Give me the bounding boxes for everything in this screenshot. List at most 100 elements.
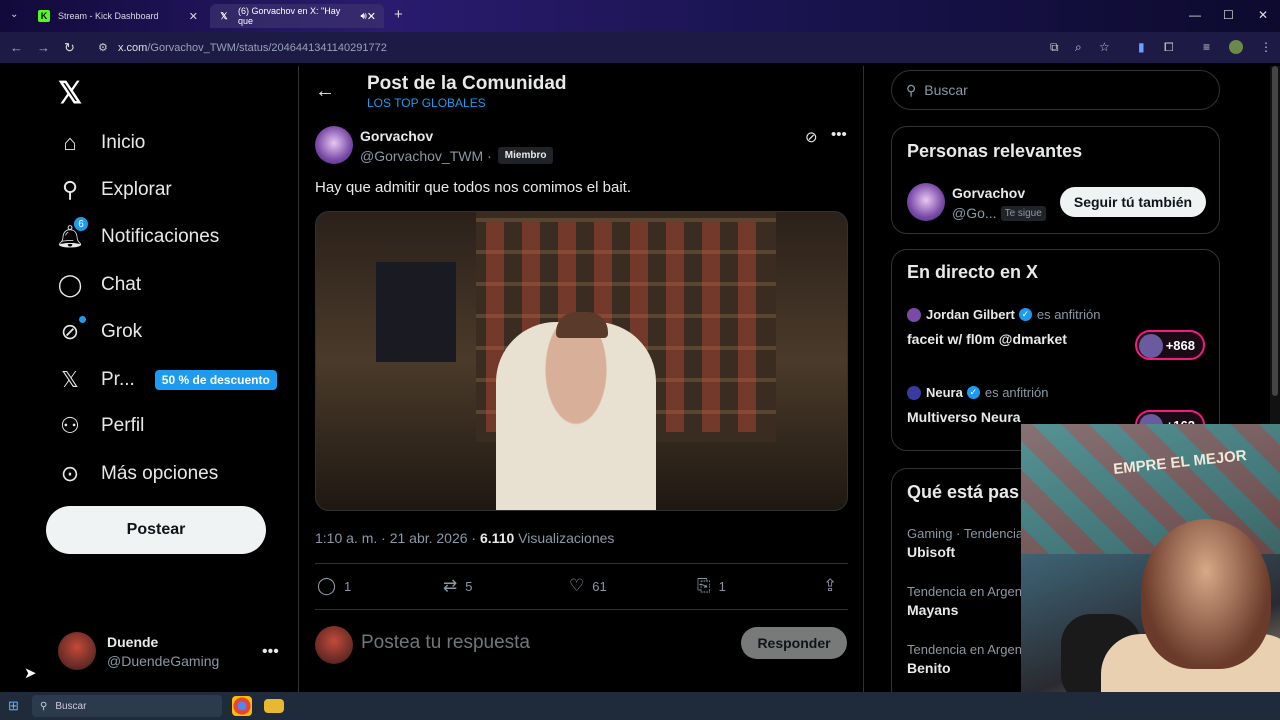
nav-label: Más opciones bbox=[101, 463, 219, 484]
new-tab-button[interactable]: + bbox=[394, 6, 403, 23]
views-count: 6.110 bbox=[480, 530, 515, 546]
install-icon[interactable]: ⧉ bbox=[1050, 40, 1059, 55]
search-input[interactable]: ⚲ Buscar bbox=[891, 70, 1220, 110]
post-metadata: 1:10 a. m. · 21 abr. 2026 · 6.110 Visual… bbox=[315, 530, 614, 546]
address-bar[interactable]: ⚙ x.com/Gorvachov_TWM/status/20464413411… bbox=[90, 36, 1050, 59]
follows-you-badge: Te sigue bbox=[1000, 205, 1046, 221]
post-text: Hay que admitir que todos nos comimos el… bbox=[315, 179, 631, 196]
reply-action[interactable]: ◯ 1 bbox=[317, 576, 351, 596]
chrome-icon[interactable] bbox=[232, 696, 252, 716]
host-role: es anfitrión bbox=[984, 385, 1049, 400]
share-action[interactable]: ⇪ bbox=[823, 576, 845, 596]
author-avatar[interactable] bbox=[315, 126, 353, 164]
live-item-host[interactable]: Jordan Gilbert ✓ es anfitrión bbox=[907, 307, 1100, 322]
notification-badge: 6 bbox=[74, 217, 88, 231]
account-name: Duende bbox=[107, 633, 159, 650]
windows-start-icon[interactable]: ⊞ bbox=[8, 698, 19, 714]
mouse-cursor-icon: ➤ bbox=[24, 665, 37, 682]
site-info-icon[interactable]: ⚙ bbox=[98, 41, 108, 54]
close-tab-icon[interactable]: ✕ bbox=[367, 10, 376, 23]
repost-action[interactable]: ⇄ 5 bbox=[443, 576, 472, 596]
post-time: 1:10 a. m. · 21 abr. 2026 · bbox=[315, 530, 477, 546]
nav-item-mas-opciones[interactable]: ⊙ Más opciones bbox=[56, 454, 218, 494]
nav-item-notificaciones[interactable]: 🔔︎ 6 Notificaciones bbox=[56, 217, 219, 257]
nav-item-explorar[interactable]: ⚲ Explorar bbox=[56, 170, 172, 210]
author-handle[interactable]: @Gorvachov_TWM bbox=[360, 148, 483, 164]
nav-item-premium[interactable]: 𝕏 Pr... 50 % de descuento bbox=[56, 360, 277, 400]
forward-icon[interactable]: → bbox=[37, 40, 50, 55]
relevant-person-name[interactable]: Gorvachov bbox=[952, 185, 1025, 201]
extensions-puzzle-icon[interactable]: ⧠ bbox=[1164, 40, 1174, 55]
back-icon[interactable]: ← bbox=[10, 40, 23, 55]
trend-item[interactable]: Benito bbox=[907, 660, 951, 676]
file-explorer-icon[interactable] bbox=[264, 699, 284, 713]
close-window-icon[interactable]: ✕ bbox=[1258, 8, 1268, 22]
bookmark-count: 1 bbox=[718, 578, 726, 594]
like-action[interactable]: ♡ 61 bbox=[569, 576, 607, 596]
nav-item-chat[interactable]: ◯ Chat bbox=[56, 265, 141, 305]
bookmark-star-icon[interactable]: ☆ bbox=[1099, 40, 1110, 54]
nav-item-perfil[interactable]: ⚇ Perfil bbox=[56, 406, 144, 446]
live-listeners[interactable]: +868 bbox=[1135, 330, 1205, 360]
nav-item-grok[interactable]: ⊘ Grok bbox=[56, 312, 142, 352]
community-link[interactable]: LOS TOP GLOBALES bbox=[367, 96, 486, 110]
reload-icon[interactable]: ↻ bbox=[64, 40, 75, 56]
nav-label: Grok bbox=[101, 321, 143, 342]
nav-label: Inicio bbox=[101, 132, 146, 153]
minimize-icon[interactable]: — bbox=[1189, 8, 1201, 22]
grok-explain-icon[interactable]: ⊘ bbox=[805, 128, 818, 146]
post-more-icon[interactable]: ••• bbox=[831, 126, 847, 143]
reply-button[interactable]: Responder bbox=[741, 627, 847, 659]
repost-count: 5 bbox=[465, 578, 473, 594]
relevant-person-avatar[interactable] bbox=[907, 183, 945, 221]
search-icon: ⚲ bbox=[40, 700, 48, 712]
live-item-title[interactable]: Multiverso Neura bbox=[907, 409, 1021, 425]
url-domain: x.com bbox=[118, 41, 148, 54]
tab-x-post[interactable]: 𝕏 (6) Gorvachov en X: "Hay que 🔊︎ ✕ bbox=[210, 4, 384, 28]
trend-meta: Gaming · Tendencia bbox=[907, 526, 1024, 541]
live-item-title[interactable]: faceit w/ fl0m @dmarket bbox=[907, 331, 1067, 347]
share-icon: ⇪ bbox=[823, 576, 838, 595]
chat-icon: ◯ bbox=[57, 272, 83, 297]
scrollbar-thumb[interactable] bbox=[1272, 66, 1278, 396]
member-badge: Miembro bbox=[497, 147, 554, 164]
trend-item[interactable]: Ubisoft bbox=[907, 544, 955, 560]
maximize-icon[interactable]: ☐ bbox=[1223, 8, 1234, 22]
account-switcher[interactable]: Duende @DuendeGaming bbox=[58, 632, 219, 670]
live-item-host[interactable]: Neura ✓ es anfitrión bbox=[907, 385, 1048, 400]
x-premium-icon: 𝕏 bbox=[61, 367, 79, 392]
back-arrow-icon[interactable]: ← bbox=[315, 80, 335, 103]
extension-icon[interactable]: ▮ bbox=[1138, 40, 1145, 54]
relevant-person-handle[interactable]: @Go... bbox=[952, 205, 997, 221]
post-video[interactable] bbox=[315, 211, 848, 511]
author-name[interactable]: Gorvachov bbox=[360, 128, 433, 144]
media-control-icon[interactable]: ≡ bbox=[1203, 40, 1210, 54]
reply-input[interactable]: Postea tu respuesta bbox=[361, 632, 530, 654]
tab-kick-dashboard[interactable]: K Stream - Kick Dashboard ✕ bbox=[30, 4, 206, 28]
post-column: ← Post de la Comunidad LOS TOP GLOBALES … bbox=[298, 66, 864, 692]
x-logo[interactable]: 𝕏 bbox=[58, 76, 82, 111]
tab-search-icon[interactable]: ⌄ bbox=[10, 9, 18, 20]
tab-title: Stream - Kick Dashboard bbox=[58, 11, 159, 21]
account-more-icon[interactable]: ••• bbox=[262, 643, 279, 661]
taskbar-search[interactable]: ⚲ Buscar bbox=[32, 695, 222, 717]
nav-label: Chat bbox=[101, 274, 142, 295]
bookmark-action[interactable]: ⎘ 1 bbox=[697, 576, 726, 596]
zoom-icon[interactable]: ⌕ bbox=[1075, 40, 1082, 55]
premium-discount-badge: 50 % de descuento bbox=[154, 370, 277, 390]
browser-menu-icon[interactable]: ⋮ bbox=[1260, 40, 1272, 54]
like-count: 61 bbox=[592, 578, 607, 594]
nav-item-inicio[interactable]: ⌂ Inicio bbox=[56, 123, 145, 163]
host-name: Neura bbox=[926, 385, 963, 400]
trending-title: Qué está pas bbox=[907, 482, 1020, 502]
close-tab-icon[interactable]: ✕ bbox=[189, 10, 198, 23]
person-icon: ⚇ bbox=[60, 413, 80, 438]
profile-avatar-icon[interactable] bbox=[1229, 40, 1243, 54]
follow-back-button[interactable]: Seguir tú también bbox=[1060, 187, 1206, 217]
post-button[interactable]: Postear bbox=[46, 506, 266, 554]
trend-item[interactable]: Mayans bbox=[907, 602, 958, 618]
search-placeholder: Buscar bbox=[924, 82, 968, 98]
live-card: En directo en X Jordan Gilbert ✓ es anfi… bbox=[891, 249, 1220, 451]
video-beanie bbox=[556, 312, 608, 338]
handle-separator: · bbox=[487, 147, 492, 164]
